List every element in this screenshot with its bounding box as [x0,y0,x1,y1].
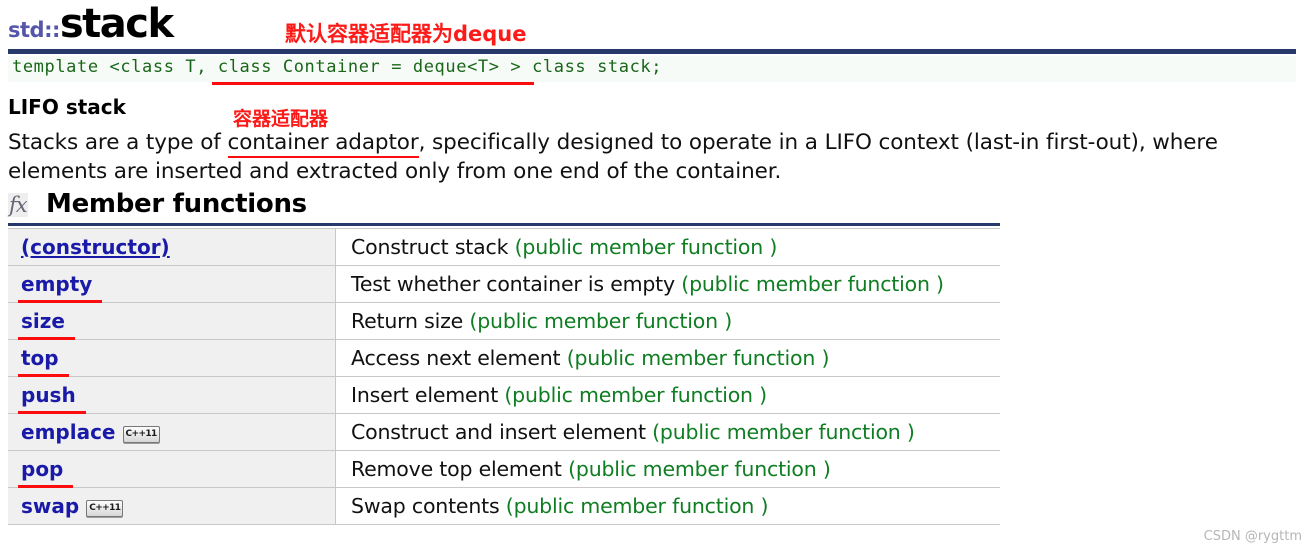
member-kind-text: (public member function ) [469,309,732,333]
member-kind-text: (public member function ) [652,420,915,444]
watermark: CSDN @rygttm [1203,529,1302,544]
table-row: top Access next element (public member fu… [8,339,1000,377]
member-kind-text: (public member function ) [505,494,769,518]
fx-icon: fx [8,193,28,217]
member-description-cell: Construct stack (public member function … [335,228,1000,266]
member-name-cell: (constructor) [8,228,336,266]
table-row: push Insert element (public member functi… [8,376,1000,414]
member-name-cell: size [8,302,336,340]
member-description-cell: Swap contents (public member function ) [335,487,1000,525]
table-row: (constructor) Construct stack (public mem… [8,228,1000,266]
member-description-text: Remove top element [351,457,562,481]
member-name-cell: emplace C++11 [8,413,336,451]
member-link-top[interactable]: top [18,346,69,377]
annotation-container-adaptor: 容器适配器 [233,108,329,130]
table-row: swap C++11 Swap contents (public member fu… [8,487,1000,525]
member-link-constructor[interactable]: (constructor) [21,235,170,259]
member-description-cell: Remove top element (public member functi… [335,450,1000,488]
cpp11-badge-icon: C++11 [86,500,124,517]
member-kind-text: (public member function ) [681,272,944,296]
member-description-text: Construct stack [351,235,509,259]
member-description-text: Access next element [351,346,561,370]
page-title-name: stack [59,1,174,47]
title-divider [8,49,1296,54]
page-header: std::stack 默认容器适配器为deque [8,2,1304,48]
member-link-empty[interactable]: empty [17,272,103,303]
member-description-cell: Access next element (public member funct… [335,339,1000,377]
summary-paragraph: Stacks are a type of container adaptor, … [8,128,1298,186]
member-kind-text: (public member function ) [568,457,831,481]
member-description-text: Insert element [351,383,499,407]
summary-heading: LIFO stack [8,95,126,119]
member-functions-header: fx Member functions [8,189,1000,221]
member-name-cell: top [8,339,336,377]
member-description-text: Construct and insert element [351,420,646,444]
member-name-cell: swap C++11 [8,487,336,525]
member-link-pop[interactable]: pop [17,457,74,488]
member-description-cell: Test whether container is empty (public … [335,265,1000,303]
member-kind-text: (public member function ) [514,235,778,259]
member-link-size[interactable]: size [18,309,75,340]
prototype-red-underline [212,82,534,85]
member-functions-table-body: (constructor) Construct stack (public mem… [8,228,1000,525]
member-description-text: Return size [351,309,464,333]
summary-paragraph-before: Stacks are a type of [8,130,228,155]
member-functions-divider [8,223,1000,226]
table-row: emplace C++11 Construct and insert element… [8,413,1000,451]
page-title: std::stack [8,1,174,54]
member-link-swap[interactable]: swap [21,494,79,518]
annotation-default-adaptor: 默认容器适配器为deque [285,22,527,46]
prototype-text: template <class T, class Container = deq… [12,57,663,77]
member-link-emplace[interactable]: emplace [21,420,116,444]
member-name-cell: pop [8,450,336,488]
member-kind-text: (public member function ) [504,383,767,407]
table-row: empty Test whether container is empty (pu… [8,265,1000,303]
member-kind-text: (public member function ) [566,346,830,370]
member-name-cell: empty [8,265,336,303]
member-link-push[interactable]: push [18,383,86,414]
table-row: pop Remove top element (public member fun… [8,450,1000,488]
member-functions-title: Member functions [46,189,307,219]
member-functions-table: (constructor) Construct stack (public mem… [8,228,1000,525]
member-description-cell: Construct and insert element (public mem… [335,413,1000,451]
member-description-text: Swap contents [351,494,500,518]
member-description-cell: Insert element (public member function ) [335,376,1000,414]
table-row: size Return size (public member function … [8,302,1000,340]
member-description-cell: Return size (public member function ) [335,302,1000,340]
prototype-box: template <class T, class Container = deq… [8,56,1296,82]
summary-link-container-adaptor[interactable]: container adaptor [227,130,419,158]
member-name-cell: push [8,376,336,414]
cpp11-badge-icon: C++11 [122,426,160,443]
page-title-namespace: std:: [8,18,60,42]
member-description-text: Test whether container is empty [351,272,675,296]
